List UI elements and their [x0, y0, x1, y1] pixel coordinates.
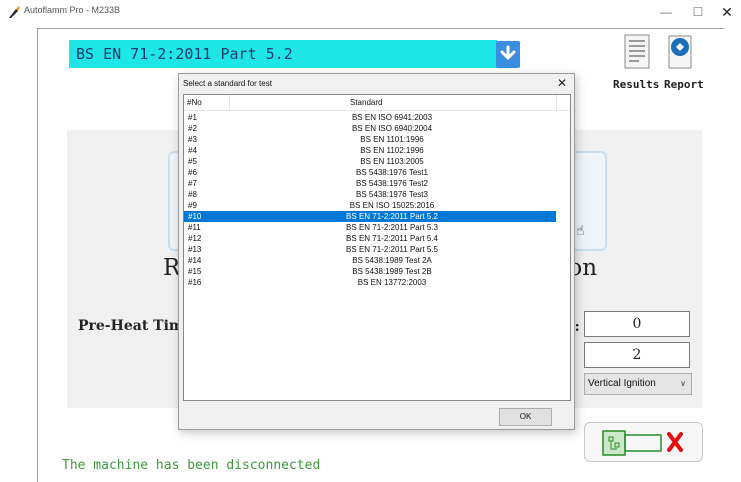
row-number: #2 — [188, 124, 197, 133]
row-number: #11 — [188, 223, 201, 232]
dialog-title: Select a standard for test — [183, 79, 272, 88]
row-standard: BS 5438:1989 Test 2B — [352, 267, 432, 276]
row-standard: BS EN 1103:2005 — [360, 157, 424, 166]
row-standard: BS EN 71-2:2011 Part 5.2 — [346, 212, 438, 221]
report-icon[interactable] — [664, 33, 696, 71]
list-row[interactable]: #6 BS 5438:1976 Test1 — [184, 167, 556, 178]
row-standard: BS EN 71-2:2011 Part 5.3 — [346, 223, 438, 232]
list-row[interactable]: #3 BS EN 1101:1996 — [184, 134, 556, 145]
row-standard: BS 5438:1976 Test2 — [356, 179, 428, 188]
row-standard: BS 5438:1976 Test1 — [356, 168, 428, 177]
list-row[interactable]: #15 BS 5438:1989 Test 2B — [184, 266, 556, 277]
row-standard: BS EN 13772:2003 — [357, 278, 427, 287]
ignition-select-value: Vertical Ignition — [588, 378, 656, 389]
row-number: #13 — [188, 245, 202, 254]
flame-brush-icon — [9, 6, 20, 18]
list-row[interactable]: #4 BS EN 1102:1996 — [184, 145, 556, 156]
row-number: #3 — [188, 135, 197, 144]
select-standard-dialog: Select a standard for test ✕ #No Standar… — [178, 73, 575, 430]
row-standard: BS EN 1102:1996 — [360, 146, 424, 155]
preheat-time-label: Pre-Heat Time — [78, 318, 193, 334]
results-label[interactable]: Results — [613, 78, 659, 91]
chevron-down-icon: ∨ — [680, 379, 686, 388]
list-row[interactable]: #10 BS EN 71-2:2011 Part 5.2 — [184, 211, 556, 222]
standard-dropdown-button[interactable] — [496, 41, 520, 68]
list-row[interactable]: #11 BS EN 71-2:2011 Part 5.3 — [184, 222, 556, 233]
column-separator — [229, 95, 230, 110]
row-number: #6 — [188, 168, 197, 177]
close-window-button[interactable]: ✕ — [712, 2, 741, 22]
list-row[interactable]: #12 BS EN 71-2:2011 Part 5.4 — [184, 233, 556, 244]
row-number: #7 — [188, 179, 197, 188]
value-field-2[interactable]: 2 — [584, 342, 690, 368]
connection-button[interactable] — [584, 422, 703, 462]
row-number: #9 — [188, 201, 197, 210]
standard-selector[interactable]: BS EN 71-2:2011 Part 5.2 — [69, 40, 497, 68]
window-title: Autoflamm Pro - M233B — [24, 5, 121, 15]
row-number: #14 — [188, 256, 202, 265]
row-standard: BS EN ISO 15025:2016 — [349, 201, 435, 210]
row-standard: BS EN 71-2:2011 Part 5.4 — [346, 234, 438, 243]
row-standard: BS 5438:1976 Test3 — [356, 190, 428, 199]
connection-status-text: The machine has been disconnected — [62, 458, 321, 473]
row-standard: BS 5438:1989 Test 2A — [352, 256, 432, 265]
list-header: #No Standard — [184, 95, 570, 111]
list-row[interactable]: #16 BS EN 13772:2003 — [184, 277, 556, 288]
row-standard: BS EN ISO 6941:2003 — [351, 113, 433, 122]
list-row[interactable]: #2 BS EN ISO 6940:2004 — [184, 123, 556, 134]
row-number: #8 — [188, 190, 197, 199]
hand-pointer-icon: ☝ — [576, 222, 585, 238]
row-number: #16 — [188, 278, 202, 287]
column-separator — [556, 95, 557, 110]
selected-standard-text: BS EN 71-2:2011 Part 5.2 — [76, 45, 293, 63]
row-number: #4 — [188, 146, 197, 155]
usb-disconnected-icon — [602, 430, 683, 456]
maximize-button[interactable]: ☐ — [683, 2, 713, 22]
chevron-down-icon — [500, 45, 516, 60]
row-standard: BS EN ISO 6940:2004 — [351, 124, 433, 133]
value-field-1[interactable]: 0 — [584, 311, 690, 337]
list-row[interactable]: #1 BS EN ISO 6941:2003 — [184, 112, 556, 123]
row-standard: BS EN 1101:1996 — [360, 135, 424, 144]
row-number: #5 — [188, 157, 197, 166]
list-row[interactable]: #5 BS EN 1103:2005 — [184, 156, 556, 167]
list-row[interactable]: #13 BS EN 71-2:2011 Part 5.5 — [184, 244, 556, 255]
report-label[interactable]: Report — [664, 78, 704, 91]
list-row[interactable]: #9 BS EN ISO 15025:2016 — [184, 200, 556, 211]
standards-list[interactable]: #No Standard #1 BS EN ISO 6941:2003 #2 BS E… — [183, 94, 571, 401]
row-number: #15 — [188, 267, 202, 276]
ok-button[interactable]: OK — [499, 408, 552, 426]
column-header-no[interactable]: #No — [187, 98, 202, 107]
row-number: #12 — [188, 234, 202, 243]
list-row[interactable]: #14 BS 5438:1989 Test 2A — [184, 255, 556, 266]
ignition-select[interactable]: Vertical Ignition ∨ — [584, 373, 692, 395]
minimize-button[interactable]: — — [651, 2, 681, 22]
results-icon[interactable] — [622, 33, 652, 71]
row-number: #10 — [188, 212, 202, 221]
row-standard: BS EN 71-2:2011 Part 5.5 — [346, 245, 438, 254]
list-row[interactable]: #7 BS 5438:1976 Test2 — [184, 178, 556, 189]
column-header-standard[interactable]: Standard — [350, 98, 382, 107]
dialog-close-button[interactable]: ✕ — [553, 75, 571, 91]
row-number: #1 — [188, 113, 197, 122]
list-row[interactable]: #8 BS 5438:1976 Test3 — [184, 189, 556, 200]
title-bar: Autoflamm Pro - M233B — ☐ ✕ — [0, 0, 741, 24]
